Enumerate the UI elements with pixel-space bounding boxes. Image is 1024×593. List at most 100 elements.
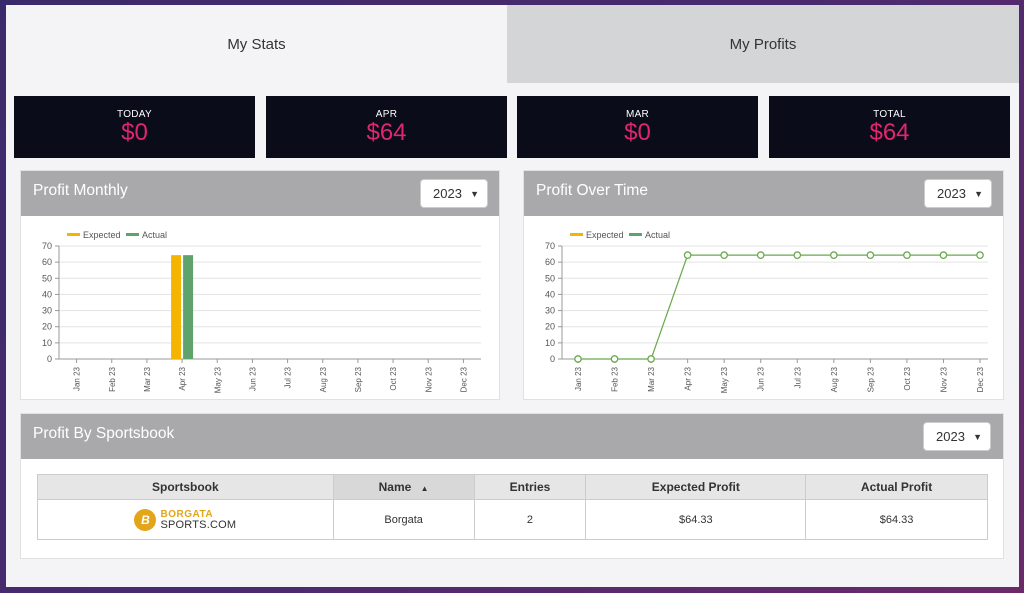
y-tick-label: 0 <box>550 354 555 364</box>
x-tick-label: Sep 23 <box>866 366 875 392</box>
y-tick-label: 50 <box>545 273 555 283</box>
table-row[interactable]: B BORGATA SPORTS.COM Borgata 2 $64.33 $6… <box>37 499 988 540</box>
y-tick-label: 30 <box>42 306 52 316</box>
y-tick-label: 40 <box>545 289 555 299</box>
stat-value: $64 <box>366 118 407 146</box>
y-tick-label: 60 <box>42 257 52 267</box>
actual-profit-cell: $64.33 <box>805 499 988 540</box>
x-tick-label: Apr 23 <box>684 366 693 390</box>
x-tick-label: Dec 23 <box>459 366 468 392</box>
y-tick-label: 40 <box>42 289 52 299</box>
y-tick-label: 50 <box>42 273 52 283</box>
x-tick-label: Oct 23 <box>903 366 912 390</box>
year-select[interactable]: 2023 ▼ <box>923 422 991 451</box>
x-tick-label: Jun 23 <box>757 366 766 391</box>
panel-header: Profit Monthly 2023 ▼ <box>21 171 499 216</box>
data-point <box>610 355 619 363</box>
x-tick-label: Nov 23 <box>424 366 433 392</box>
sportsbook-table: Sportsbook Name ▲ Entries Expected Profi… <box>37 474 988 540</box>
chevron-down-icon: ▼ <box>973 432 982 442</box>
y-tick-label: 10 <box>545 338 555 348</box>
borgata-logo: B BORGATA SPORTS.COM <box>134 508 237 531</box>
stat-value: $0 <box>121 118 148 146</box>
legend-label-expected: Expected <box>83 230 121 240</box>
borgata-badge-icon: B <box>134 508 157 531</box>
x-tick-label: Dec 23 <box>976 366 985 392</box>
x-tick-label: May 23 <box>720 366 729 393</box>
data-point <box>647 355 655 363</box>
stat-label: TODAY <box>116 108 153 120</box>
year-select-value: 2023 <box>433 186 462 201</box>
tab-bar: My Stats My Profits <box>6 5 1019 83</box>
year-select-value: 2023 <box>936 429 965 444</box>
y-tick-label: 60 <box>545 257 555 267</box>
data-point <box>976 251 984 260</box>
data-point <box>939 251 948 260</box>
legend-swatch-actual <box>629 233 642 236</box>
column-header-name[interactable]: Name ▲ <box>332 474 475 500</box>
panel-header: Profit By Sportsbook 2023 ▼ <box>21 414 1003 459</box>
stat-card-today: TODAY $0 <box>14 96 255 158</box>
series-line-actual <box>578 254 980 360</box>
table-header-row: Sportsbook Name ▲ Entries Expected Profi… <box>37 474 988 500</box>
profit-over-time-chart: Expected Actual 0 10 20 30 40 50 60 70 Jan 23 Feb 2… <box>545 230 988 393</box>
chevron-down-icon: ▼ <box>470 189 479 199</box>
x-tick-label: Jul 23 <box>793 366 802 388</box>
stat-label: TOTAL <box>873 108 906 120</box>
profit-by-sportsbook-panel: Profit By Sportsbook 2023 ▼ Sportsbook N… <box>20 413 1004 559</box>
panel-title: Profit Over Time <box>536 182 648 199</box>
legend-swatch-expected <box>67 233 80 236</box>
y-tick-label: 30 <box>545 306 555 316</box>
profit-monthly-panel: Profit Monthly 2023 ▼ Expected Actual 0 10 2… <box>20 170 500 400</box>
data-point <box>720 251 729 260</box>
stat-card-apr: APR $64 <box>266 96 507 158</box>
y-tick-label: 0 <box>47 354 52 364</box>
x-tick-label: Feb 23 <box>108 366 117 391</box>
chevron-down-icon: ▼ <box>974 189 983 199</box>
x-tick-label: Aug 23 <box>830 366 839 392</box>
entries-cell: 2 <box>473 499 587 540</box>
year-select[interactable]: 2023 ▼ <box>420 179 488 208</box>
data-point <box>683 251 692 260</box>
data-point <box>866 251 875 260</box>
data-point <box>829 251 838 260</box>
stat-card-total: TOTAL $64 <box>769 96 1010 158</box>
panel-header: Profit Over Time 2023 ▼ <box>524 171 1003 216</box>
bar-expected <box>171 255 182 359</box>
data-point <box>756 251 765 260</box>
year-select-value: 2023 <box>937 186 966 201</box>
column-header-entries[interactable]: Entries <box>473 474 587 500</box>
stat-label: MAR <box>625 108 650 120</box>
stat-value: $0 <box>624 118 651 146</box>
profit-over-time-panel: Profit Over Time 2023 ▼ Expected Actual 0 1… <box>523 170 1004 400</box>
year-select[interactable]: 2023 ▼ <box>924 179 992 208</box>
x-tick-label: Jun 23 <box>248 366 257 391</box>
stat-card-mar: MAR $0 <box>517 96 758 158</box>
column-header-expected-profit[interactable]: Expected Profit <box>585 474 807 500</box>
logo-line-2: SPORTS.COM <box>160 518 237 531</box>
legend-swatch-expected <box>570 233 583 236</box>
x-tick-label: Aug 23 <box>319 366 328 392</box>
stat-value: $64 <box>869 118 910 146</box>
column-header-actual-profit[interactable]: Actual Profit <box>805 474 988 500</box>
column-header-sportsbook[interactable]: Sportsbook <box>37 474 334 500</box>
x-tick-label: Oct 23 <box>389 366 398 390</box>
legend-swatch-actual <box>126 233 139 236</box>
legend-label-actual: Actual <box>142 230 167 240</box>
tab-my-profits[interactable]: My Profits <box>507 5 1019 83</box>
sportsbook-logo-cell: B BORGATA SPORTS.COM <box>37 499 334 540</box>
tab-my-stats[interactable]: My Stats <box>6 5 507 83</box>
data-point <box>903 251 911 260</box>
x-tick-label: Mar 23 <box>647 366 656 391</box>
expected-profit-cell: $64.33 <box>585 499 807 540</box>
x-tick-label: Jan 23 <box>73 366 82 391</box>
y-tick-label: 20 <box>42 322 52 332</box>
x-tick-label: Feb 23 <box>611 366 620 391</box>
column-header-label: Name <box>378 480 412 494</box>
sort-asc-icon: ▲ <box>420 484 429 493</box>
app-frame: My Stats My Profits TODAY $0 APR $64 MAR… <box>6 5 1019 587</box>
legend-label-expected: Expected <box>586 230 624 240</box>
bar-actual <box>183 255 194 359</box>
profit-monthly-chart: Expected Actual 0 10 20 30 40 50 60 70 Jan 23 Feb 2… <box>42 230 481 393</box>
panel-title: Profit Monthly <box>33 182 128 199</box>
